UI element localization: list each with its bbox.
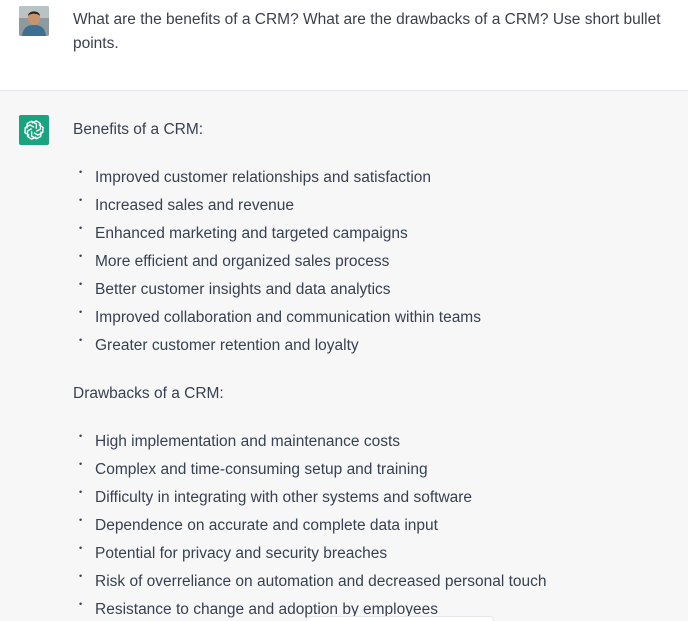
user-message-row: What are the benefits of a CRM? What are… — [0, 0, 688, 91]
user-photo-avatar — [19, 6, 49, 36]
benefits-heading: Benefits of a CRM: — [73, 121, 204, 138]
assistant-message-row: Benefits of a CRM: • Improved customer re… — [0, 91, 688, 621]
user-message-text: What are the benefits of a CRM? What are… — [73, 11, 661, 52]
chat-page: What are the benefits of a CRM? What are… — [0, 0, 688, 621]
drawbacks-heading: Drawbacks of a CRM: — [73, 385, 224, 402]
chat-input-edge[interactable] — [306, 616, 494, 621]
assistant-avatar — [19, 115, 49, 145]
openai-logo-icon — [24, 120, 44, 140]
user-avatar — [19, 6, 49, 36]
